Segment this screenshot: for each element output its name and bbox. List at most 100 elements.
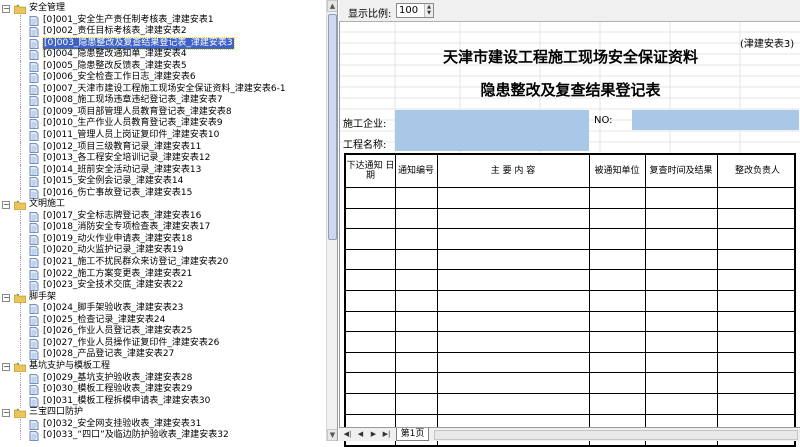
document-icon bbox=[28, 396, 40, 407]
tree-item[interactable]: [0]010_生产作业人员教育登记表_津建安表9 bbox=[0, 118, 326, 131]
tree-item[interactable]: [0]004_隐患整改通知单_津建安表4 bbox=[0, 49, 326, 62]
sheet-tab[interactable]: 第1页 bbox=[396, 428, 429, 441]
tree-item[interactable]: [0]031_模板工程拆模申请表_津建安表30 bbox=[0, 395, 326, 408]
tree-item[interactable]: [0]019_动火作业申请表_津建安表18 bbox=[0, 233, 326, 246]
tree-category-label: 脚手架 bbox=[29, 291, 57, 302]
tree-item[interactable]: [0]016_伤亡事故登记表_津建安表15 bbox=[0, 187, 326, 200]
tree-item[interactable]: [0]015_安全例会记录_津建安表14 bbox=[0, 176, 326, 189]
tree-item-label: [0]012_项目三级教育记录_津建安表11 bbox=[43, 141, 202, 152]
tree-item-label: [0]006_安全检查工作日志_津建安表6 bbox=[43, 72, 196, 83]
company-input[interactable] bbox=[395, 110, 589, 151]
table-row-line bbox=[346, 372, 794, 374]
tree-connector bbox=[20, 233, 21, 246]
sheet-horizontal-scrollbar[interactable] bbox=[434, 430, 798, 440]
folder-icon bbox=[13, 408, 27, 419]
tree-item[interactable]: [0]029_基坑支护验收表_津建安表28 bbox=[0, 372, 326, 385]
tree-item[interactable]: [0]033_“四口”及临边防护验收表_津建安表32 bbox=[0, 430, 326, 441]
tree-item[interactable]: [0]011_管理人员上岗证复印件_津建安表10 bbox=[0, 130, 326, 143]
document-icon bbox=[28, 61, 40, 72]
tree-item[interactable]: [0]017_安全标志牌登记表_津建安表16 bbox=[0, 210, 326, 223]
tree-connector bbox=[20, 430, 21, 441]
tree-connector bbox=[20, 257, 21, 270]
tree-item-label: [0]025_检查记录_津建安表24 bbox=[43, 314, 166, 325]
tree-connector bbox=[20, 418, 21, 431]
next-sheet-icon[interactable]: ▶ bbox=[368, 429, 379, 440]
collapse-toggle-icon[interactable]: − bbox=[2, 362, 10, 371]
scroll-up-arrow-icon[interactable]: ▲ bbox=[327, 0, 337, 12]
tree-connector bbox=[20, 49, 21, 62]
tree-connector bbox=[20, 280, 21, 293]
document-icon bbox=[28, 304, 40, 315]
document-icon bbox=[28, 269, 40, 280]
collapse-toggle-icon[interactable]: − bbox=[2, 409, 10, 418]
tree-item[interactable]: [0]022_施工方案变更表_津建安表21 bbox=[0, 268, 326, 281]
tree-item[interactable]: [0]008_施工现场违章违纪登记表_津建安表7 bbox=[0, 95, 326, 108]
collapse-toggle-icon[interactable]: − bbox=[2, 293, 10, 302]
spin-down-icon[interactable]: ▼ bbox=[425, 10, 433, 16]
tree-item[interactable]: [0]025_检查记录_津建安表24 bbox=[0, 314, 326, 327]
spreadsheet[interactable]: (津建安表3) 天津市建设工程施工现场安全保证资料 隐患整改及复查结果登记表 施… bbox=[339, 22, 800, 447]
project-label: 工程名称: bbox=[343, 140, 387, 151]
tree-item[interactable]: [0]007_天津市建设工程施工现场安全保证资料_津建安表6-1 bbox=[0, 83, 326, 96]
tree-connector bbox=[20, 337, 21, 350]
tree-item[interactable]: [0]028_产品登记表_津建安表27 bbox=[0, 349, 326, 362]
tree-item-label: [0]019_动火作业申请表_津建安表18 bbox=[43, 233, 193, 244]
tree-item[interactable]: [0]032_安全网支挂验收表_津建安表31 bbox=[0, 418, 326, 431]
table-column-header: 整改负责人 bbox=[734, 166, 780, 176]
document-icon bbox=[28, 165, 40, 176]
tree-item[interactable]: [0]018_消防安全专项检查表_津建安表17 bbox=[0, 222, 326, 235]
table-column-header: 被通知单位 bbox=[594, 166, 640, 176]
tree-category[interactable]: − 基坑支护与模板工程 bbox=[0, 361, 326, 373]
tree-item[interactable]: [0]002_责任目标考核表_津建安表2 bbox=[0, 26, 326, 39]
tree-item[interactable]: [0]021_施工不扰民群众来访登记_津建安表20 bbox=[0, 257, 326, 270]
table-column-line bbox=[437, 155, 438, 445]
tree-category[interactable]: − 文明施工 bbox=[0, 199, 326, 211]
tree-category[interactable]: − 三宝四口防护 bbox=[0, 407, 326, 419]
tree-item[interactable]: [0]009_项目部管理人员教育登记表_津建安表8 bbox=[0, 106, 326, 119]
table-row-line bbox=[346, 187, 794, 188]
prev-sheet-icon[interactable]: ◀ bbox=[355, 429, 366, 440]
tree-category[interactable]: − 脚手架 bbox=[0, 292, 326, 304]
tree-item[interactable]: [0]023_安全技术交底_津建安表22 bbox=[0, 280, 326, 293]
zoom-spin-buttons[interactable]: ▲ ▼ bbox=[424, 4, 433, 17]
tree-item[interactable]: [0]024_脚手架验收表_津建安表23 bbox=[0, 303, 326, 316]
record-table[interactable]: 下达通知 日 期通知编号 主 要 内 容 被通知单位 复查时间及结果 整改负责人 bbox=[344, 153, 796, 447]
tree-item[interactable]: [0]005_隐患整改反馈表_津建安表5 bbox=[0, 60, 326, 73]
zoom-spinbox[interactable]: 100 ▲ ▼ bbox=[396, 3, 434, 18]
form-title-line2: 隐患整改及复查结果登记表 bbox=[480, 81, 661, 99]
zoom-value[interactable]: 100 bbox=[399, 5, 418, 16]
tree-item[interactable]: [0]026_作业人员登记表_津建安表25 bbox=[0, 326, 326, 339]
tree-connector bbox=[20, 72, 21, 85]
collapse-toggle-icon[interactable]: − bbox=[2, 5, 10, 13]
last-sheet-icon[interactable]: ▶| bbox=[381, 429, 392, 440]
scroll-down-arrow-icon[interactable]: ▼ bbox=[327, 429, 337, 441]
document-icon bbox=[28, 177, 40, 188]
document-icon bbox=[28, 211, 40, 222]
tree-connector bbox=[20, 384, 21, 397]
tree-scroll-thumb[interactable] bbox=[328, 14, 337, 240]
tree-category[interactable]: − 安全管理 bbox=[0, 3, 326, 15]
tree-item-label: [0]020_动火监护记录_津建安表19 bbox=[43, 245, 184, 256]
first-sheet-icon[interactable]: ◀| bbox=[342, 429, 353, 440]
tree-item[interactable]: [0]003_隐患整改及复查结果登记表_津建安表3 bbox=[0, 36, 326, 51]
tree-item[interactable]: [0]013_各工程安全培训记录_津建安表12 bbox=[0, 153, 326, 166]
tree-item[interactable]: [0]001_安全生产责任制考核表_津建安表1 bbox=[0, 14, 326, 27]
tree-item[interactable]: [0]012_项目三级教育记录_津建安表11 bbox=[0, 141, 326, 154]
table-row-line bbox=[346, 248, 794, 250]
document-icon bbox=[28, 281, 40, 292]
tree-connector bbox=[20, 210, 21, 223]
collapse-toggle-icon[interactable]: − bbox=[2, 201, 10, 210]
tree-item-label: [0]018_消防安全专项检查表_津建安表17 bbox=[43, 222, 211, 233]
tree-item[interactable]: [0]030_模板工程验收表_津建安表29 bbox=[0, 384, 326, 397]
tree-item-label: [0]013_各工程安全培训记录_津建安表12 bbox=[43, 153, 211, 164]
tree-item-label: [0]029_基坑支护验收表_津建安表28 bbox=[43, 372, 193, 383]
tree-item[interactable]: [0]014_班前安全活动记录_津建安表13 bbox=[0, 164, 326, 177]
tree-item[interactable]: [0]027_作业人员操作证复印件_津建安表26 bbox=[0, 337, 326, 350]
tree-item-label: [0]007_天津市建设工程施工现场安全保证资料_津建安表6-1 bbox=[43, 83, 286, 94]
tree-item[interactable]: [0]020_动火监护记录_津建安表19 bbox=[0, 245, 326, 258]
tree-item[interactable]: [0]006_安全检查工作日志_津建安表6 bbox=[0, 72, 326, 85]
table-column-line bbox=[645, 155, 646, 445]
sheet-tab-bar: ◀| ◀ ▶ ▶| 第1页 bbox=[339, 427, 800, 441]
tree-scrollbar[interactable]: ▲ ▼ bbox=[326, 0, 337, 441]
no-input[interactable] bbox=[632, 110, 799, 130]
